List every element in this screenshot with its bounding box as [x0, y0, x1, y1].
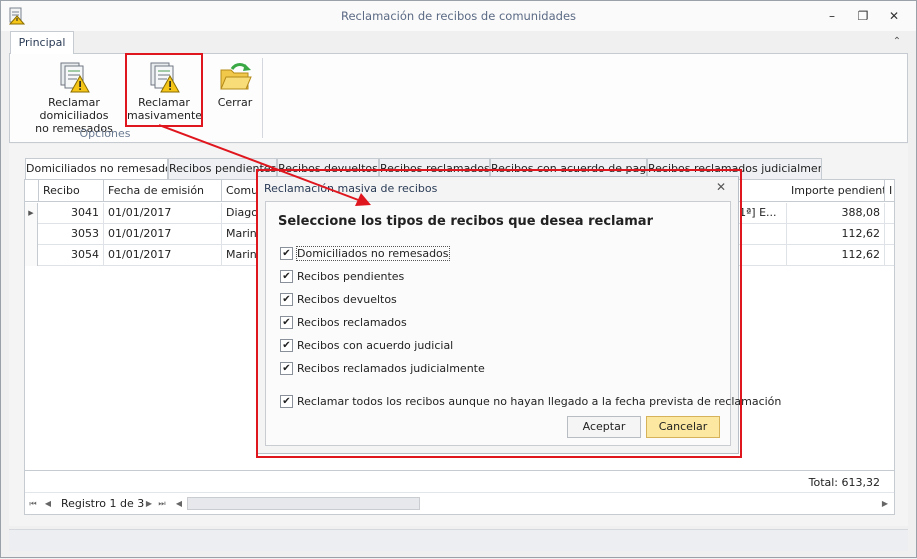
document-warning-icon: [60, 62, 90, 93]
header-extra[interactable]: I: [885, 180, 894, 202]
close-icon: ✕: [888, 9, 900, 23]
cerrar-label: Cerrar: [217, 96, 253, 109]
minimize-icon: –: [829, 9, 835, 23]
tab-domiciliados[interactable]: Domiciliados no remesados: [25, 158, 168, 181]
main-window: Reclamación de recibos de comunidades – …: [0, 0, 917, 558]
title-bar: Reclamación de recibos de comunidades – …: [1, 1, 916, 31]
header-recibo[interactable]: Recibo: [39, 180, 104, 202]
highlight-box-dialog: [256, 169, 742, 458]
group-separator: [262, 58, 263, 138]
cell-recibo: 3053: [39, 224, 104, 245]
close-button[interactable]: ✕: [883, 7, 905, 25]
cell-recibo: 3054: [39, 245, 104, 266]
header-importe[interactable]: Importe pendiente: [787, 180, 885, 202]
horizontal-scrollbar[interactable]: [187, 497, 420, 510]
reclamar-domiciliados-button[interactable]: Reclamar domiciliados no remesados: [14, 54, 134, 135]
row-indicator: [25, 245, 38, 266]
status-bar: [9, 529, 908, 551]
cell-fecha: 01/01/2017: [104, 245, 222, 266]
cell-importe: 112,62: [787, 224, 885, 245]
cell-recibo: 3041: [39, 203, 104, 224]
grid-footer: Total: 613,32: [25, 470, 894, 492]
cell-fecha: 01/01/2017: [104, 203, 222, 224]
maximize-button[interactable]: ❐: [852, 7, 874, 25]
cell-importe: 388,08: [787, 203, 885, 224]
first-record-icon[interactable]: ⏮: [27, 497, 39, 511]
row-indicator: [25, 224, 38, 245]
restore-icon: ❐: [857, 9, 869, 23]
header-fecha[interactable]: Fecha de emisión: [104, 180, 222, 202]
window-title: Reclamación de recibos de comunidades: [340, 9, 577, 23]
chevron-up-icon: ⌃: [892, 36, 902, 47]
cerrar-button[interactable]: Cerrar: [210, 54, 260, 129]
total-value: Total: 613,32: [808, 476, 880, 489]
folder-open-icon: [220, 63, 252, 90]
current-row-icon: ▶: [25, 203, 38, 224]
highlight-box-ribbon: [125, 53, 203, 127]
cell-fecha: 01/01/2017: [104, 224, 222, 245]
record-position: Registro 1 de 3: [61, 497, 145, 510]
next-record-icon[interactable]: ▶: [143, 497, 155, 511]
tab-principal[interactable]: Principal: [10, 31, 74, 54]
cell-importe: 112,62: [787, 245, 885, 266]
prev-record-icon[interactable]: ◀: [42, 497, 54, 511]
reclamar-domiciliados-label-1: Reclamar domiciliados: [39, 96, 109, 122]
last-record-icon[interactable]: ⏭: [156, 497, 168, 511]
collapse-ribbon-button[interactable]: ⌃: [890, 35, 904, 49]
group-label-opciones: Opciones: [79, 127, 131, 140]
record-navigator: ⏮ ◀ Registro 1 de 3 ▶ ⏭ ◀ ▶: [25, 492, 894, 514]
scroll-right-icon[interactable]: ▶: [879, 497, 891, 511]
scroll-left-icon[interactable]: ◀: [173, 497, 185, 511]
header-indicator: [25, 180, 39, 202]
minimize-button[interactable]: –: [821, 7, 843, 25]
